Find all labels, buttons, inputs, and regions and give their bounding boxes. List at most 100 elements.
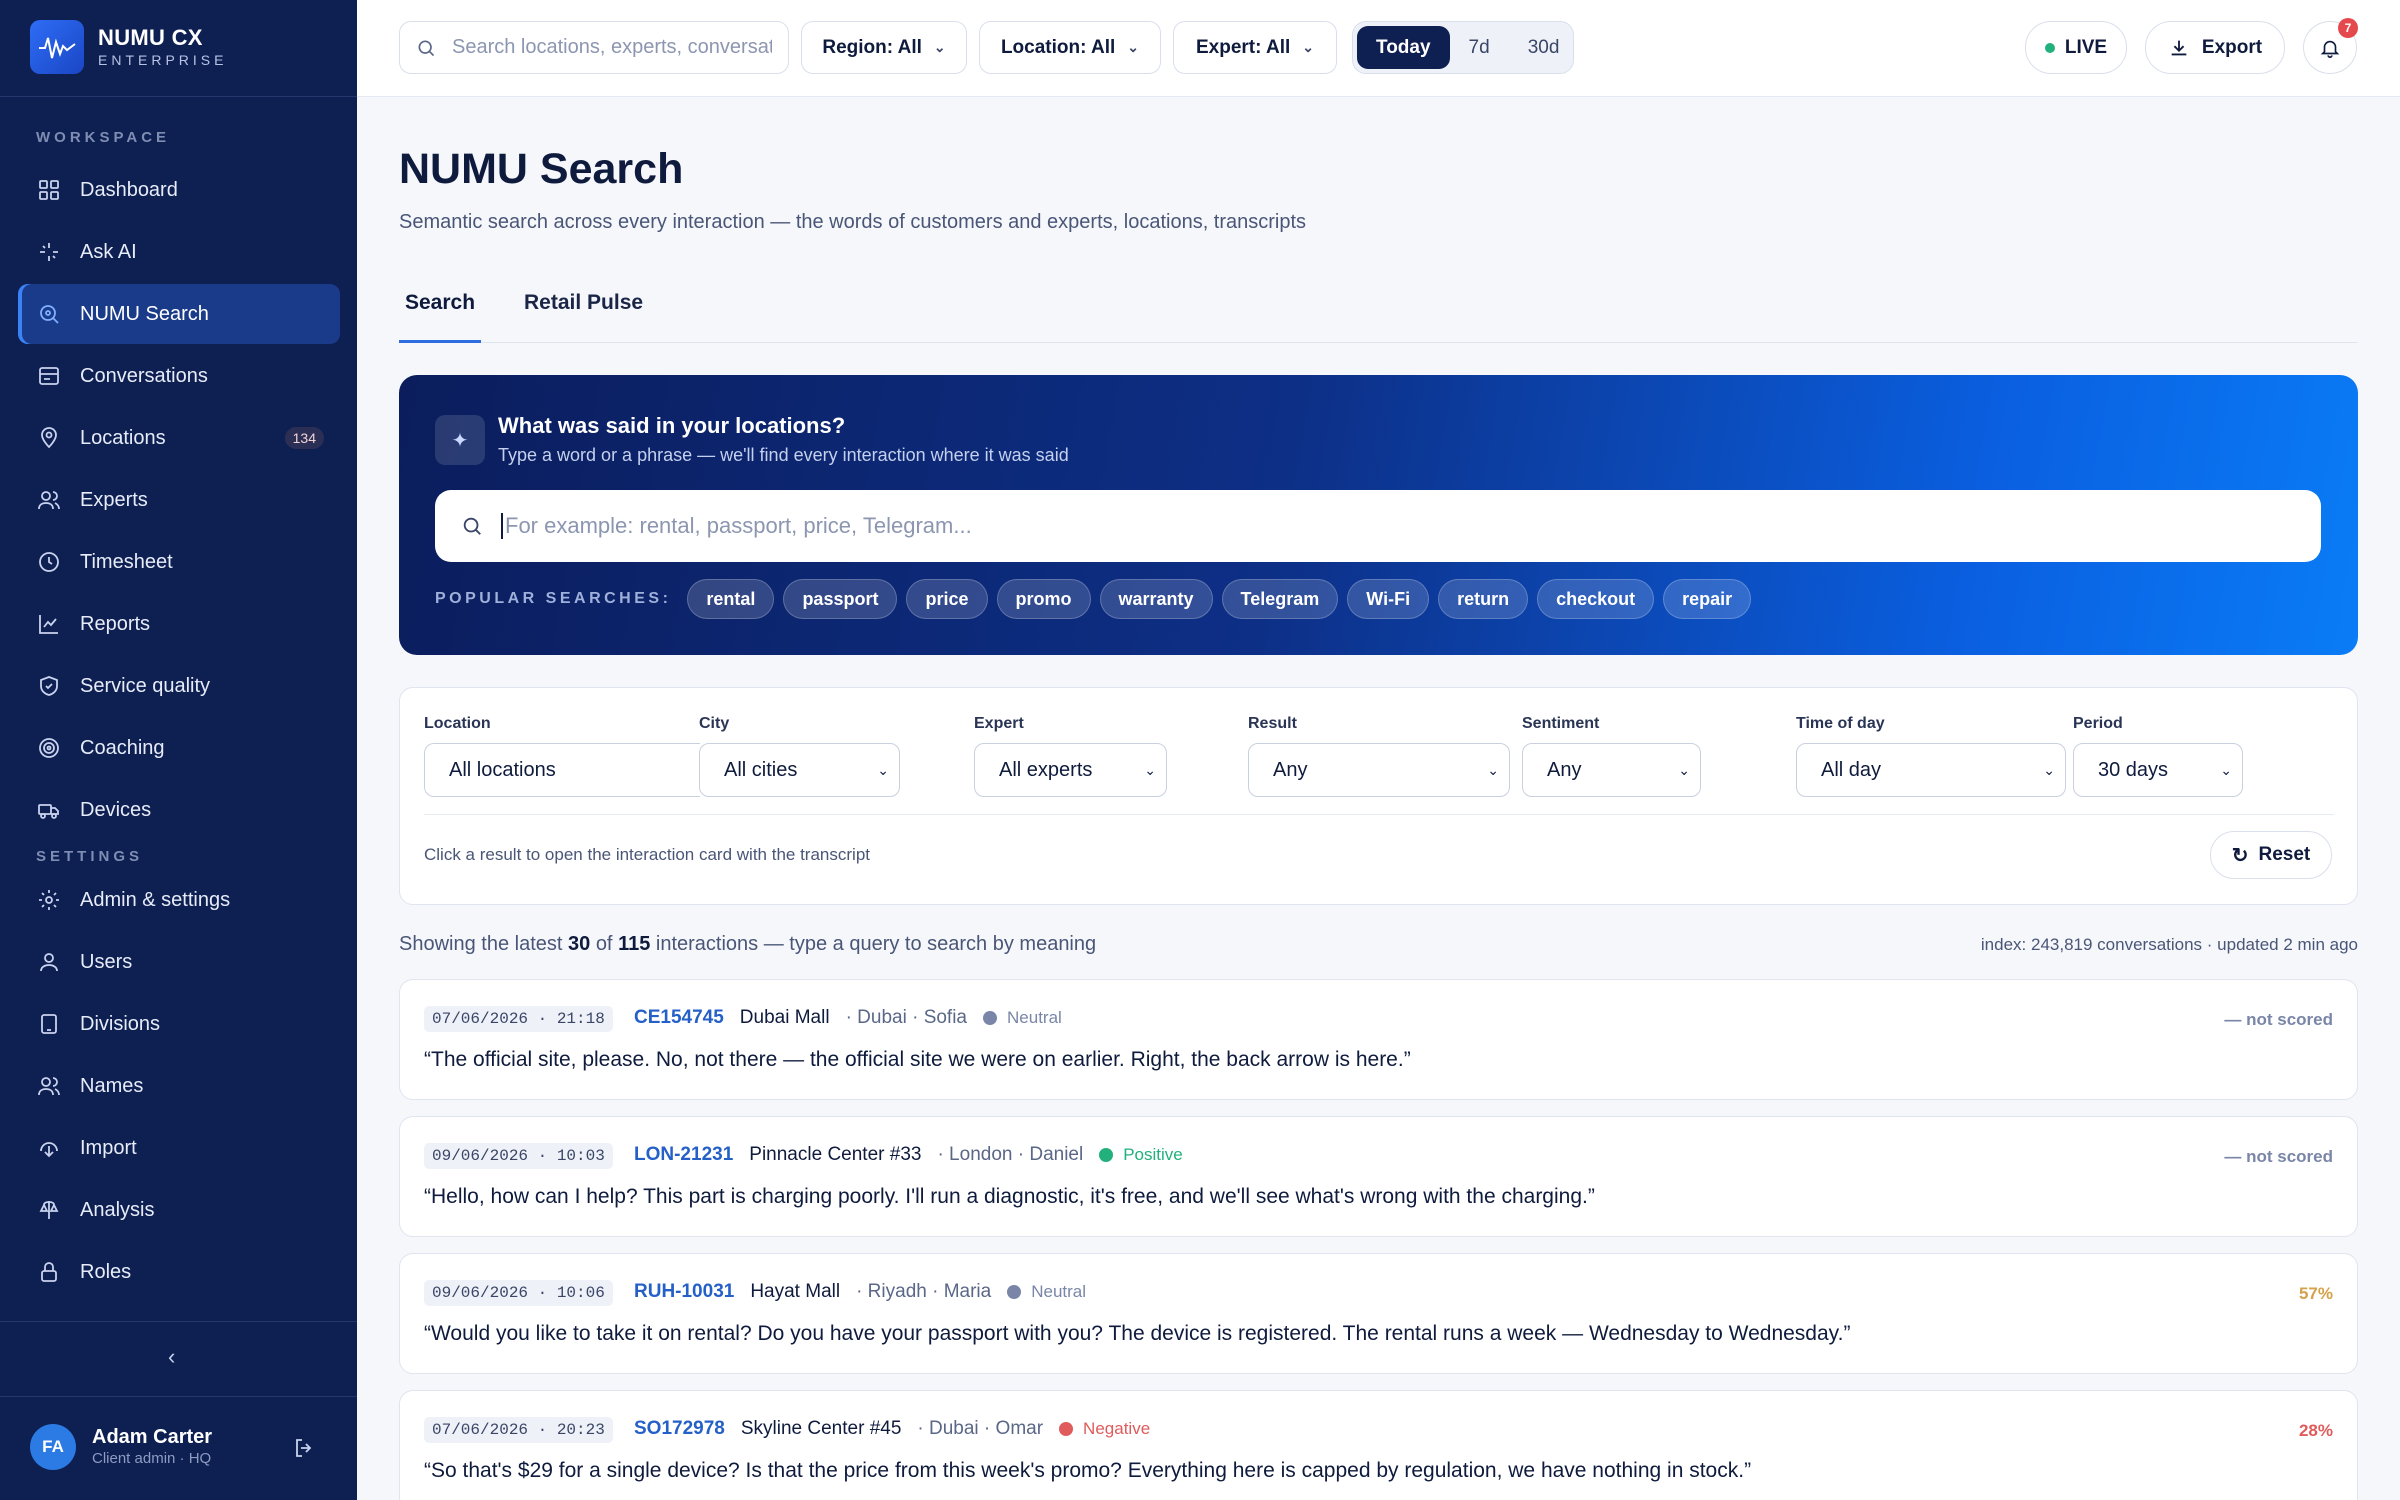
result-score: — not scored	[2224, 1147, 2333, 1166]
search-chip[interactable]: passport	[783, 579, 898, 619]
search-chip[interactable]: rental	[687, 579, 775, 619]
time-of-day-select-value: All day	[1821, 758, 1882, 781]
sidebar-item-dashboard[interactable]: Dashboard	[18, 160, 340, 220]
location-filter[interactable]: Location: All ⌄	[979, 21, 1161, 74]
search-chip[interactable]: checkout	[1537, 579, 1655, 619]
global-search-input[interactable]	[452, 36, 772, 59]
search-chip[interactable]: warranty	[1099, 579, 1213, 619]
semantic-search-input[interactable]	[501, 513, 2201, 539]
result-card[interactable]: 07/06/2026 · 20:23 SO172978 Skyline Cent…	[399, 1390, 2358, 1500]
time-of-day-filter-label: Time of day	[1796, 715, 1885, 732]
user-role: Client admin · HQ	[92, 1450, 212, 1467]
search-chip[interactable]: price	[906, 579, 988, 619]
settings-section-label: SETTINGS	[36, 848, 144, 865]
location-select-value: All locations	[449, 758, 556, 781]
search-chip[interactable]: Wi-Fi	[1347, 579, 1430, 619]
export-button[interactable]: Export	[2145, 21, 2285, 74]
expert-select[interactable]: All experts ⌄	[974, 743, 1167, 797]
brand-name: NUMU CX	[98, 25, 203, 50]
result-id-link[interactable]: SO172978	[634, 1418, 725, 1440]
global-search[interactable]	[399, 21, 789, 74]
sidebar-item-roles[interactable]: Roles	[18, 1242, 340, 1302]
location-select[interactable]: All locations	[424, 743, 700, 797]
result-card[interactable]: 09/06/2026 · 10:03 LON-21231 Pinnacle Ce…	[399, 1116, 2358, 1237]
brand[interactable]: NUMU CX ENTERPRISE	[30, 20, 227, 74]
sentiment-filter-label: Sentiment	[1522, 715, 1600, 732]
result-datetime: 09/06/2026 · 10:06	[424, 1280, 613, 1306]
truck-icon	[36, 797, 62, 823]
sidebar-item-coaching[interactable]: Coaching	[18, 718, 340, 778]
filter-divider	[424, 814, 2334, 815]
expert-filter-label: Expert	[974, 715, 1024, 732]
tab-retail-pulse[interactable]: Retail Pulse	[518, 291, 649, 343]
range-30d-button[interactable]: 30d	[1509, 26, 1579, 69]
search-chip[interactable]: promo	[996, 579, 1091, 619]
search-chip[interactable]: Telegram	[1221, 579, 1339, 619]
sidebar-item-conversations[interactable]: Conversations	[18, 346, 340, 406]
sidebar-item-reports[interactable]: Reports	[18, 594, 340, 654]
result-select[interactable]: Any ⌄	[1248, 743, 1510, 797]
sidebar-item-users[interactable]: Users	[18, 932, 340, 992]
logout-icon[interactable]	[292, 1436, 316, 1465]
filter-hint: Click a result to open the interaction c…	[424, 845, 870, 864]
expert-filter[interactable]: Expert: All ⌄	[1173, 21, 1337, 74]
notifications-button[interactable]: 7	[2303, 18, 2358, 74]
sentiment-dot-icon	[983, 1011, 998, 1025]
avatar: FA	[30, 1424, 76, 1470]
hero-subtitle: Type a word or a phrase — we'll find eve…	[498, 445, 1069, 465]
search-chip[interactable]: return	[1438, 579, 1529, 619]
sentiment-dot-icon	[1059, 1422, 1074, 1436]
sentiment-dot-icon	[1099, 1148, 1114, 1162]
result-id-link[interactable]: LON-21231	[634, 1144, 733, 1166]
sentiment-select-value: Any	[1547, 758, 1582, 781]
chevron-left-icon[interactable]: ‹	[168, 1344, 175, 1370]
result-score: — not scored	[2224, 1010, 2333, 1029]
range-7d-button[interactable]: 7d	[1450, 26, 1509, 69]
sidebar-item-service-quality[interactable]: Service quality	[18, 656, 340, 716]
sidebar-item-label: Service quality	[80, 674, 211, 697]
tab-bar: Search Retail Pulse	[399, 277, 2358, 343]
reset-button[interactable]: ↻ Reset	[2210, 831, 2332, 879]
time-of-day-select[interactable]: All day ⌄	[1796, 743, 2066, 797]
download-icon	[2171, 40, 2187, 55]
sidebar-item-numu-search[interactable]: NUMU Search	[18, 284, 340, 344]
tab-search[interactable]: Search	[399, 291, 482, 343]
live-indicator[interactable]: LIVE	[2025, 21, 2127, 74]
period-select[interactable]: 30 days ⌄	[2073, 743, 2243, 797]
sidebar-item-experts[interactable]: Experts	[18, 470, 340, 530]
range-today-button[interactable]: Today	[1357, 26, 1450, 69]
chevron-down-icon: ⌄	[1678, 761, 1690, 778]
sidebar-item-timesheet[interactable]: Timesheet	[18, 532, 340, 592]
sidebar-item-analysis[interactable]: Analysis	[18, 1180, 340, 1240]
result-card[interactable]: 07/06/2026 · 21:18 CE154745 Dubai Mall ·…	[399, 979, 2358, 1100]
sidebar-item-label: Devices	[80, 798, 152, 821]
sidebar-item-names[interactable]: Names	[18, 1056, 340, 1116]
sidebar-item-label: Dashboard	[80, 178, 178, 201]
gear-icon	[36, 887, 62, 913]
summary-prefix: Showing the latest	[399, 933, 563, 955]
grid-icon	[36, 177, 62, 203]
sidebar-item-locations[interactable]: Locations 134	[18, 408, 340, 468]
result-sentiment: Neutral	[1031, 1282, 1087, 1301]
result-id-link[interactable]: RUH-10031	[634, 1281, 734, 1303]
region-filter[interactable]: Region: All ⌄	[801, 21, 967, 74]
result-location: Pinnacle Center #33	[749, 1144, 922, 1165]
waveform-logo-icon	[30, 20, 84, 74]
chevron-down-icon: ⌄	[1127, 39, 1140, 55]
user-profile[interactable]: FA Adam Carter Client admin · HQ	[30, 1424, 212, 1470]
sentiment-select[interactable]: Any ⌄	[1522, 743, 1701, 797]
sidebar-item-divisions[interactable]: Divisions	[18, 994, 340, 1054]
city-select[interactable]: All cities ⌄	[699, 743, 900, 797]
location-filter-label: Location: All	[1000, 36, 1116, 58]
result-id-link[interactable]: CE154745	[634, 1007, 724, 1029]
sidebar-item-label: Reports	[80, 612, 151, 635]
sidebar-divider	[0, 96, 357, 97]
search-chip[interactable]: repair	[1663, 579, 1752, 619]
sidebar-item-ask-ai[interactable]: Ask AI	[18, 222, 340, 282]
sidebar-item-import[interactable]: Import	[18, 1118, 340, 1178]
sidebar-item-admin-settings[interactable]: Admin & settings	[18, 870, 340, 930]
sidebar-item-devices[interactable]: Devices	[18, 780, 340, 840]
result-card[interactable]: 09/06/2026 · 10:06 RUH-10031 Hayat Mall …	[399, 1253, 2358, 1374]
semantic-search-box[interactable]	[435, 490, 2321, 562]
result-city-expert: · Dubai · Omar	[917, 1418, 1044, 1439]
